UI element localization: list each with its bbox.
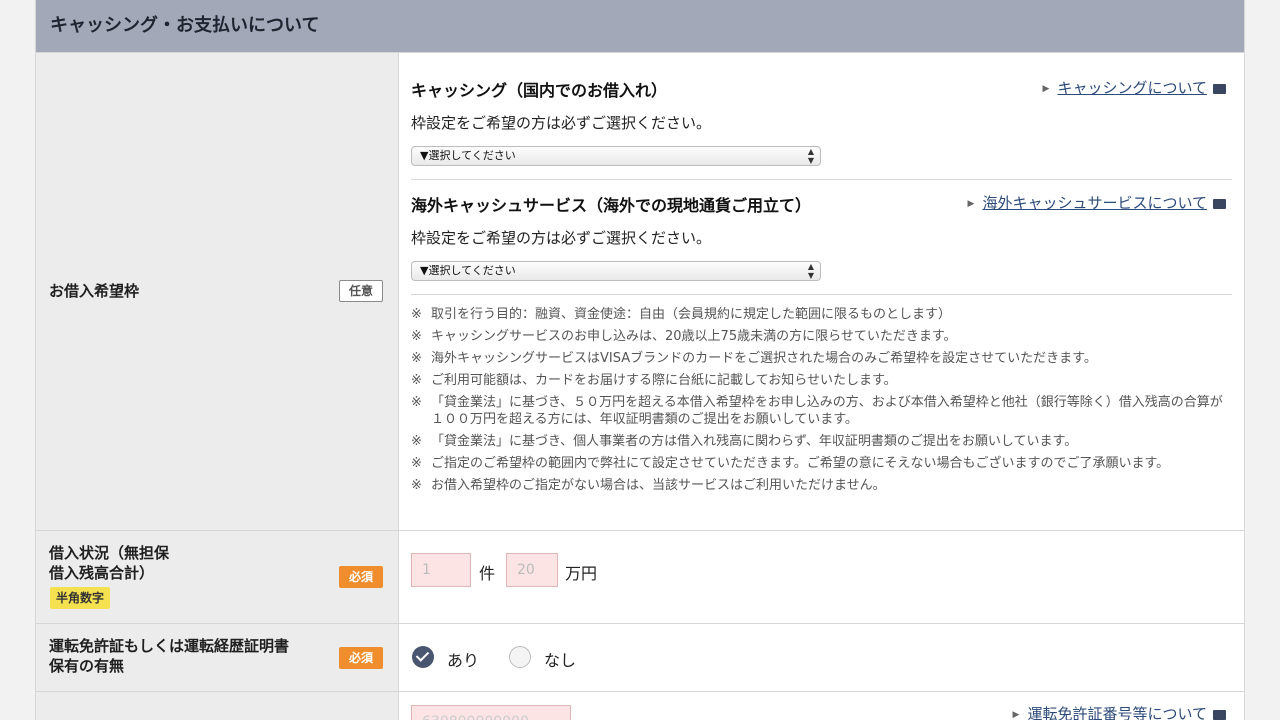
cashing-desc: 枠設定をご希望の方は必ずご選択ください。 (411, 114, 712, 132)
required-badge: 必須 (339, 566, 383, 588)
note-item: ※ 取引を行う目的：融資、資金使途：自由（会員規約に規定した範囲に限るものとします… (411, 307, 952, 322)
borrow-count-input[interactable]: 1 (411, 553, 471, 587)
borrow-limit-row: お借入希望枠 任意 キャッシング（国内でのお借入れ） ▶ キャッシングについて 枠… (36, 52, 1244, 530)
license-content: あり なし (399, 624, 1244, 691)
overseas-desc: 枠設定をご希望の方は必ずご選択ください。 (411, 229, 712, 247)
new-window-icon (1210, 80, 1226, 94)
note-item: ※ 「貸金業法」に基づき、個人事業者の方は借入れ残高に関わらず、年収証明書類のご提… (411, 434, 1078, 449)
license-label-cell: 運転免許証もしくは運転経歴証明書 保有の有無 必須 (36, 624, 399, 691)
triangle-right-icon: ▶ (1042, 83, 1050, 94)
divider (411, 294, 1232, 295)
note-item: ※ お借入希望枠のご指定がない場合は、当該サービスはご利用いただけません。 (411, 478, 886, 493)
license-label: 運転免許証もしくは運転経歴証明書 保有の有無 (49, 637, 290, 675)
new-window-icon (1210, 706, 1226, 720)
new-window-icon (1210, 195, 1226, 209)
note-item: ※ 海外キャッシングサービスはVISAブランドのカードをご選択された場合のみご希望… (411, 351, 1097, 366)
cashing-select-value: ▼選択してください (420, 149, 516, 162)
license-no-label[interactable]: なし (544, 647, 576, 671)
optional-badge: 任意 (339, 280, 383, 302)
borrow-amount-input[interactable]: 20 (506, 553, 558, 587)
license-number-label-cell (36, 692, 399, 720)
select-arrows-icon: ▲ ▼ (807, 262, 814, 280)
borrow-limit-content: キャッシング（国内でのお借入れ） ▶ キャッシングについて 枠設定をご希望の方は必… (399, 53, 1244, 530)
license-number-input[interactable]: 630800000000 (411, 705, 571, 720)
license-no-radio[interactable] (509, 646, 531, 668)
cashing-select[interactable]: ▼選択してください ▲ ▼ (411, 146, 821, 166)
notes-list: ※ 取引を行う目的：融資、資金使途：自由（会員規約に規定した範囲に限るものとします… (411, 306, 1226, 499)
license-number-about-link[interactable]: ▶ 運転免許証番号等について (1013, 703, 1226, 720)
license-row: 運転免許証もしくは運転経歴証明書 保有の有無 必須 あり なし (36, 623, 1244, 691)
select-arrows-icon: ▲ ▼ (807, 147, 814, 165)
overseas-select[interactable]: ▼選択してください ▲ ▼ (411, 261, 821, 281)
note-item: ※ ご利用可能額は、カードをお届けする際に台紙に記載してお知らせいたします。 (411, 373, 897, 388)
triangle-right-icon: ▶ (1012, 709, 1020, 720)
borrow-status-content: 1 件 20 万円 (399, 531, 1244, 623)
overseas-title: 海外キャッシュサービス（海外での現地通貨ご用立て） (411, 196, 812, 215)
cashing-title: キャッシング（国内でのお借入れ） (411, 81, 668, 100)
borrow-limit-label-cell: お借入希望枠 任意 (36, 53, 399, 530)
note-item: ※ キャッシングサービスのお申し込みは、20歳以上75歳未満の方に限らせていただき… (411, 329, 957, 344)
note-item: ※ ご指定のご希望枠の範囲内で弊社にて設定させていただきます。ご希望の意にそえない… (411, 456, 1170, 471)
license-number-row: 630800000000 ▶運転免許証番号等について (36, 691, 1244, 720)
required-badge: 必須 (339, 647, 383, 669)
borrow-status-label: 借入状況（無担保 借入残高合計） (49, 544, 170, 582)
license-number-content: 630800000000 ▶運転免許証番号等について (399, 692, 1244, 720)
note-item: ※ 「貸金業法」に基づき、５０万円を超える本借入希望枠をお申し込みの方、および本借… (411, 395, 1223, 427)
hankaku-badge: 半角数字 (50, 587, 111, 609)
borrow-limit-label: お借入希望枠 (49, 282, 140, 300)
section-header: キャッシング・お支払いについて (36, 0, 1244, 52)
license-yes-label[interactable]: あり (447, 647, 479, 671)
amount-unit: 万円 (565, 564, 598, 583)
borrow-status-label-cell: 借入状況（無担保 借入残高合計） 半角数字 必須 (36, 531, 399, 623)
application-form: キャッシング・お支払いについて お借入希望枠 任意 キャッシング（国内でのお借入… (35, 0, 1245, 720)
count-unit: 件 (479, 564, 496, 583)
divider (411, 179, 1232, 180)
triangle-right-icon: ▶ (967, 198, 975, 209)
borrow-status-row: 借入状況（無担保 借入残高合計） 半角数字 必須 1 件 20 万円 (36, 530, 1244, 623)
license-yes-radio[interactable] (412, 646, 434, 668)
overseas-select-value: ▼選択してください (420, 264, 516, 277)
overseas-about-link[interactable]: ▶ 海外キャッシュサービスについて (968, 192, 1226, 213)
cashing-about-link[interactable]: ▶ キャッシングについて (1043, 77, 1226, 98)
